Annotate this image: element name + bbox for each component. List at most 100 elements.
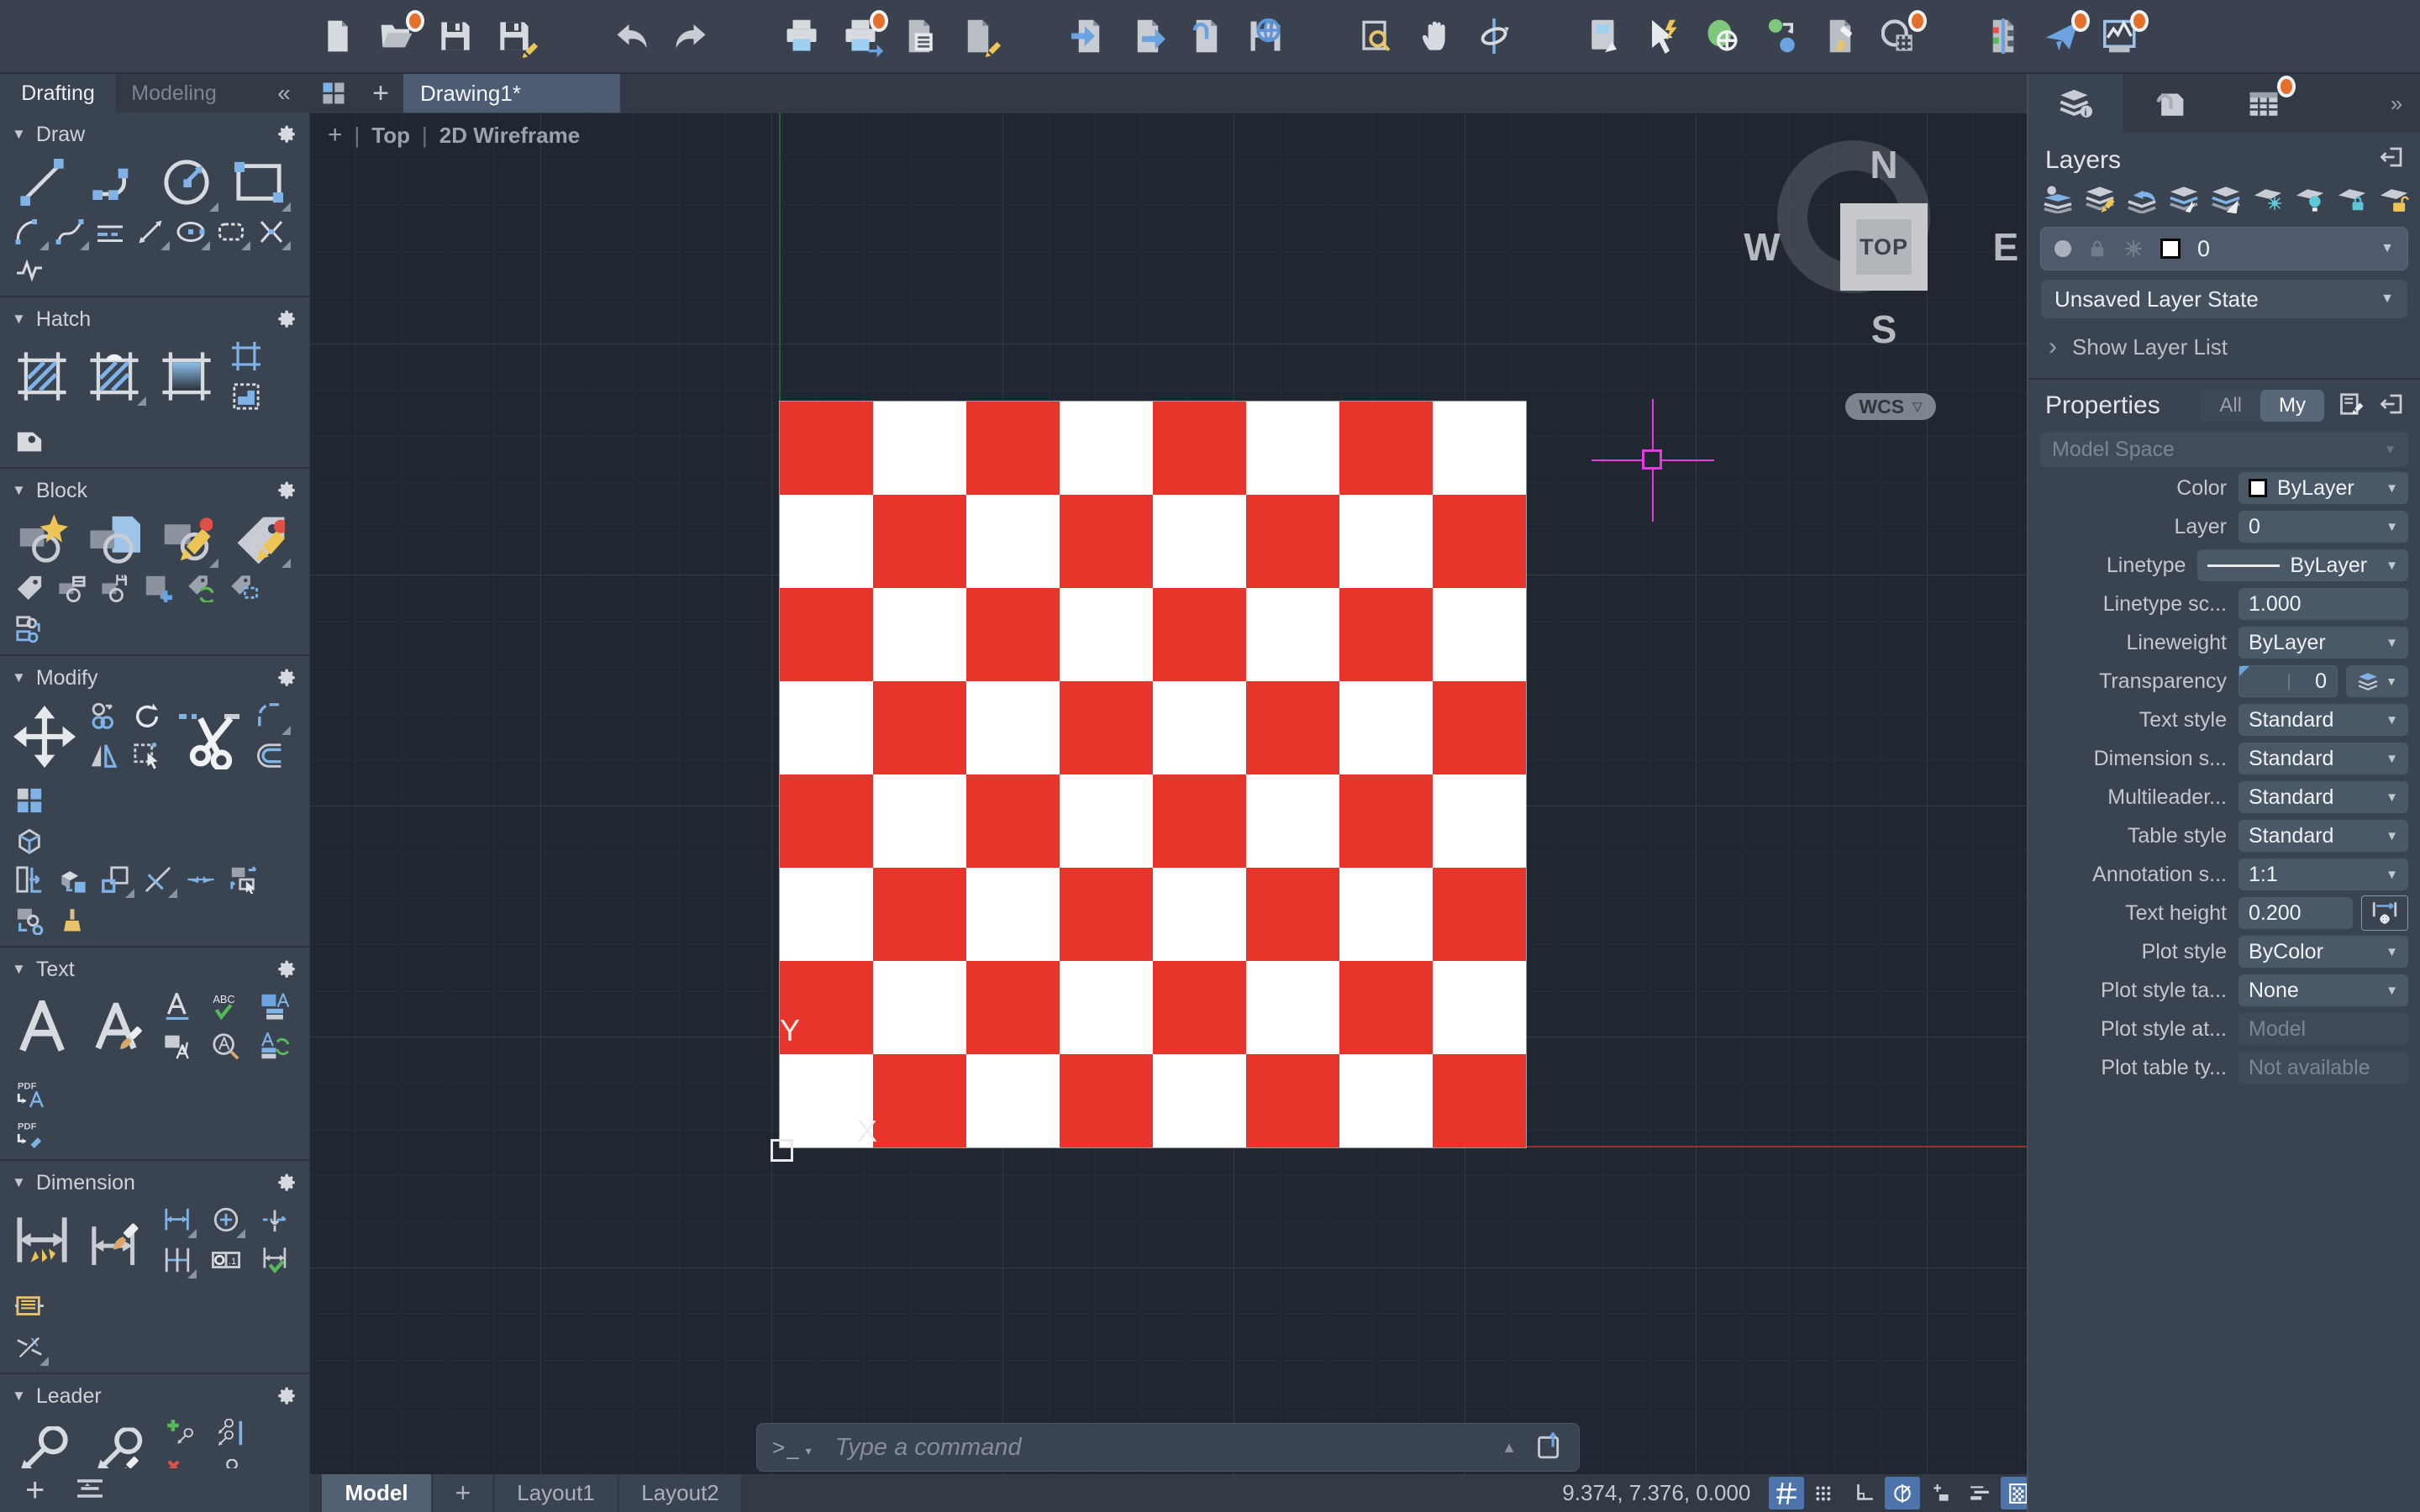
plot-style-edit-icon[interactable] (958, 16, 998, 56)
scale-tool-icon[interactable] (97, 863, 133, 896)
layer-state-dropdown[interactable]: Unsaved Layer State ▼ (2040, 279, 2408, 319)
layer-edit-icon[interactable] (2084, 183, 2116, 215)
offset-tool-icon[interactable] (254, 740, 289, 774)
create-block-icon[interactable] (12, 511, 72, 566)
dimension-style-icon[interactable] (86, 1212, 146, 1268)
break-tool-icon[interactable] (254, 215, 289, 249)
align-leaders-icon[interactable] (213, 1416, 249, 1450)
linetype-dropdown[interactable]: ByLayer▼ (2197, 549, 2408, 581)
text-update-icon[interactable] (257, 1030, 292, 1063)
sync-attributes-icon[interactable] (183, 571, 218, 605)
attach-reference-icon[interactable] (1186, 16, 1227, 56)
multiline-text-icon[interactable] (12, 999, 72, 1054)
layer-freeze-state-icon[interactable] (2123, 239, 2144, 259)
tab-modeling[interactable]: Modeling (116, 74, 232, 113)
more-palettes-button[interactable]: » (2373, 74, 2420, 133)
open-file-icon[interactable] (376, 16, 417, 56)
pdf-import-text-icon[interactable]: PDF (12, 1077, 47, 1110)
point-style-icon[interactable] (1761, 16, 1802, 56)
text-height-input[interactable]: 0.200 (2238, 897, 2353, 929)
filter-my[interactable]: My (2260, 390, 2324, 422)
drawing-compare-icon[interactable] (1983, 16, 2023, 56)
section-collapse-icon[interactable]: ▼ (12, 1174, 26, 1191)
count-icon[interactable] (1879, 16, 1919, 56)
panel-popout-icon[interactable] (2380, 391, 2405, 421)
plot-style-table-dropdown[interactable]: None▼ (2238, 974, 2408, 1006)
tab-model[interactable]: Model (322, 1474, 431, 1512)
new-layout-button[interactable]: + (434, 1474, 492, 1512)
align-tool-icon[interactable] (226, 863, 261, 896)
gear-icon[interactable] (276, 1385, 297, 1407)
drawing-tab[interactable]: Drawing1* (403, 74, 620, 113)
viewcube-east[interactable]: E (1993, 224, 2019, 270)
section-collapse-icon[interactable]: ▼ (12, 669, 26, 686)
text-frame-icon[interactable] (257, 990, 292, 1023)
viewport-plus-control[interactable]: + (328, 121, 343, 150)
section-collapse-icon[interactable]: ▼ (12, 126, 26, 143)
insert-block-icon[interactable] (84, 511, 145, 566)
block-table-icon[interactable] (55, 571, 90, 605)
jogged-dimension-icon[interactable]: X (12, 1331, 47, 1364)
attribute-tag-icon[interactable] (12, 571, 47, 605)
object-snap-toggle[interactable] (1923, 1477, 1959, 1509)
inspect-dimension-icon[interactable] (257, 1243, 292, 1277)
change-space-tool-icon[interactable] (12, 904, 47, 937)
update-dimension-icon[interactable] (12, 1290, 47, 1324)
layer-list-item[interactable]: 0 ▼ (2040, 227, 2408, 270)
layer-unisolate-icon[interactable] (2210, 183, 2242, 215)
tool-list-button[interactable] (75, 1478, 105, 1504)
revision-cloud-tool-icon[interactable] (213, 215, 249, 249)
replace-block-icon[interactable] (12, 612, 47, 646)
viewcube-south[interactable]: S (1871, 307, 1897, 352)
save-as-icon[interactable] (494, 16, 534, 56)
trim-tool-icon[interactable] (173, 698, 245, 775)
section-collapse-icon[interactable]: ▼ (12, 482, 26, 499)
filter-all[interactable]: All (2201, 390, 2260, 422)
etransmit-icon[interactable] (1245, 16, 1286, 56)
gear-icon[interactable] (276, 1172, 297, 1194)
boundary-tool-icon[interactable] (229, 339, 264, 373)
move-tool-icon[interactable] (12, 698, 77, 775)
show-layer-list-toggle[interactable]: › Show Layer List (2028, 319, 2420, 373)
collapse-panel-button[interactable]: « (259, 74, 309, 113)
layer-off-icon[interactable] (2294, 183, 2326, 215)
layer-unlock-icon[interactable] (2378, 183, 2410, 215)
region-tool-icon[interactable] (12, 425, 47, 459)
join-tool-icon[interactable] (183, 863, 218, 896)
pan-hand-icon[interactable] (1415, 16, 1455, 56)
purge-icon[interactable] (1820, 16, 1860, 56)
tab-sheets-palette[interactable] (2217, 74, 2311, 133)
add-to-block-icon[interactable] (140, 571, 176, 605)
spell-check-icon[interactable]: ABC (208, 990, 244, 1023)
layer-dropdown[interactable]: 0▼ (2238, 511, 2408, 543)
extend-tool-icon[interactable] (140, 863, 176, 896)
ellipse-tool-icon[interactable] (173, 215, 208, 249)
new-file-icon[interactable] (318, 16, 358, 56)
section-collapse-icon[interactable]: ▼ (12, 1388, 26, 1404)
table-style-dropdown[interactable]: Standard▼ (2238, 820, 2408, 852)
share-drawing-icon[interactable] (2042, 16, 2082, 56)
layer-color-swatch[interactable] (2160, 239, 2181, 259)
quick-dimension-icon[interactable] (160, 1203, 195, 1236)
panel-popout-icon[interactable] (2380, 144, 2405, 176)
center-mark-icon[interactable] (208, 1203, 244, 1236)
dimension-tool-icon[interactable] (12, 1212, 72, 1268)
command-share-icon[interactable] (1535, 1431, 1564, 1465)
mirror-tool-icon[interactable] (86, 740, 121, 774)
transparency-input[interactable]: 0 (2238, 665, 2338, 697)
geolocation-icon[interactable] (1702, 16, 1743, 56)
tab-drafting[interactable]: Drafting (0, 74, 116, 113)
add-leader-icon[interactable] (163, 1416, 198, 1450)
lineweight-toggle[interactable] (1962, 1477, 1997, 1509)
tolerance-icon[interactable]: .1 (208, 1243, 244, 1277)
edit-block-icon[interactable] (156, 511, 217, 566)
grid-toggle[interactable] (1769, 1477, 1804, 1509)
tab-layout1[interactable]: Layout1 (495, 1474, 617, 1512)
viewcube-north[interactable]: N (1870, 142, 1897, 187)
spline-tool-icon[interactable] (52, 215, 87, 249)
model-space-viewport[interactable]: + | Top | 2D Wireframe Y X WCS▽ N E S W … (309, 113, 2027, 1475)
viewport-visual-style-control[interactable]: 2D Wireframe (439, 123, 580, 149)
layer-new-icon[interactable] (2042, 183, 2074, 215)
find-text-icon[interactable] (208, 1030, 244, 1063)
transparency-mode-dropdown[interactable]: ▼ (2346, 665, 2408, 697)
